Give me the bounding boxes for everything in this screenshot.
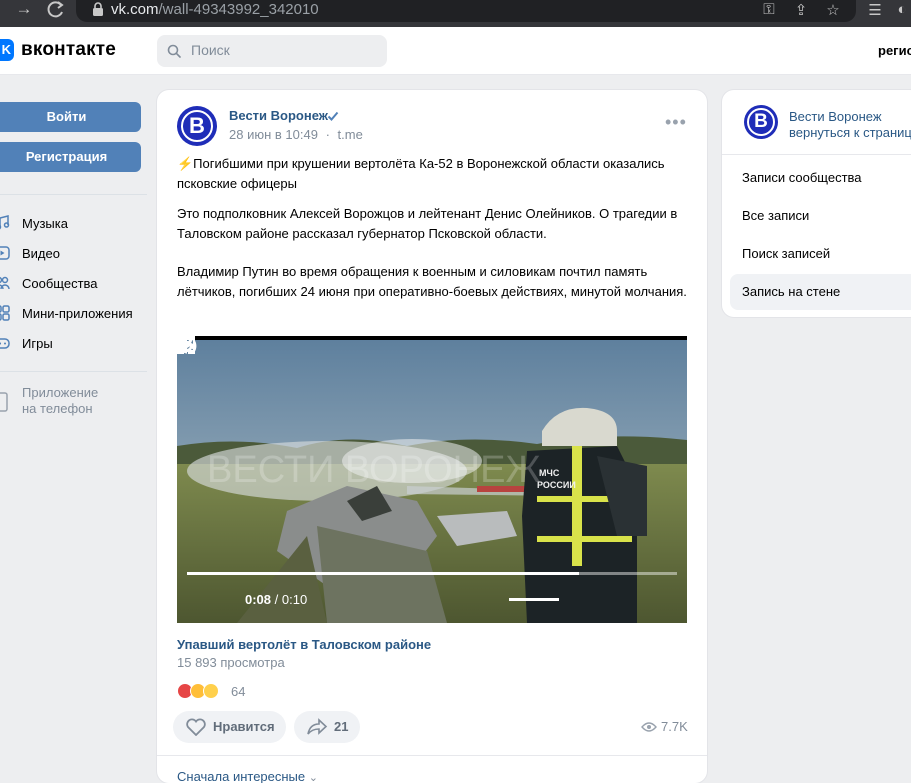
- post-date[interactable]: 28 июн в 10:49: [229, 127, 318, 142]
- volume-slider[interactable]: [509, 598, 559, 601]
- panel-divider: [722, 154, 911, 155]
- key-icon[interactable]: ⚿: [760, 1, 778, 18]
- watermark: ВЕСТИ ВОРОНЕЖ: [207, 449, 541, 491]
- post-paragraph: ⚡Погибшими при крушении вертолёта Ка-52 …: [177, 156, 665, 191]
- back-to-page-link[interactable]: вернуться к странице: [789, 125, 911, 140]
- post-source[interactable]: t.me: [338, 127, 363, 142]
- search-input[interactable]: [191, 42, 371, 58]
- sidebar-item-communities[interactable]: Сообщества: [0, 272, 147, 296]
- group-avatar[interactable]: В: [744, 105, 778, 139]
- fullscreen-icon[interactable]: [177, 336, 195, 354]
- video-player[interactable]: МЧС РОССИИ ВЕСТИ ВОРОНЕЖ 0:08 / 0:10: [177, 336, 687, 623]
- app-line-2: на телефон: [22, 401, 93, 416]
- vk-header: K вконтакте регис: [0, 27, 911, 75]
- sidebar-item-label: Музыка: [22, 216, 68, 231]
- communities-icon: [0, 276, 10, 290]
- menu-item-search-posts[interactable]: Поиск записей: [730, 236, 911, 272]
- sort-label: Сначала интересные: [177, 769, 306, 783]
- group-name[interactable]: Вести Воронеж: [789, 109, 882, 124]
- menu-item-community-posts[interactable]: Записи сообщества: [730, 160, 911, 196]
- login-button[interactable]: Войти: [0, 102, 141, 132]
- video-icon: [0, 246, 10, 260]
- sidebar-item-mini-apps[interactable]: Мини-приложения: [0, 302, 147, 326]
- post-paragraph: Владимир Путин во время обращения к воен…: [177, 264, 687, 299]
- menu-item-label: Поиск записей: [742, 246, 831, 261]
- profile-icon[interactable]: ◐: [893, 1, 911, 18]
- menu-item-all-posts[interactable]: Все записи: [730, 198, 911, 234]
- sidebar-item-video[interactable]: Видео: [0, 242, 147, 266]
- svg-text:ВЕСТИ ВОРОНЕЖ: ВЕСТИ ВОРОНЕЖ: [207, 449, 541, 491]
- heart-icon: [186, 718, 206, 736]
- video-views: 15 893 просмотра: [177, 655, 285, 670]
- card-divider: [157, 755, 707, 756]
- more-options-icon[interactable]: •••: [665, 113, 687, 131]
- menu-item-wall-post[interactable]: Запись на стене: [730, 274, 911, 310]
- reading-list-icon[interactable]: ☰: [866, 1, 884, 19]
- post-meta: 28 июн в 10:49 · t.me: [229, 127, 363, 142]
- sidebar-divider: [0, 194, 147, 195]
- avatar-letter-icon: В: [181, 110, 213, 142]
- post-card: В Вести Воронеж 28 июн в 10:49 · t.me ••…: [157, 90, 707, 783]
- bookmark-star-icon[interactable]: ☆: [824, 1, 842, 19]
- search-box[interactable]: [157, 35, 387, 67]
- video-title[interactable]: Упавший вертолёт в Таловском районе: [177, 637, 431, 652]
- eye-icon: [641, 722, 657, 732]
- video-time: 0:08 / 0:10: [245, 592, 307, 607]
- browser-toolbar: → vk.com/wall-49343992_342010 ⚿ ⇪ ☆ ☰ ◐: [0, 0, 911, 27]
- total-time: / 0:10: [274, 592, 308, 607]
- share-count: 21: [334, 719, 349, 734]
- right-panel: В Вести Воронеж вернуться к странице Зап…: [722, 90, 911, 317]
- reactions-count: 64: [231, 684, 246, 699]
- avatar[interactable]: В: [177, 106, 217, 146]
- sidebar-item-label: Видео: [22, 246, 60, 261]
- lock-icon[interactable]: [92, 2, 104, 16]
- share-icon[interactable]: ⇪: [792, 1, 810, 19]
- sidebar-item-label: Игры: [22, 336, 53, 351]
- phone-icon: [0, 392, 8, 412]
- sidebar-item-games[interactable]: Игры: [0, 332, 147, 356]
- menu-item-label: Запись на стене: [742, 284, 841, 299]
- chevron-down-icon: ⌄: [308, 772, 318, 783]
- music-icon: [0, 215, 10, 230]
- register-button[interactable]: Регистрация: [0, 142, 141, 172]
- sidebar-divider: [0, 371, 147, 372]
- sidebar-item-music[interactable]: Музыка: [0, 212, 147, 236]
- current-time: 0:08: [245, 592, 272, 607]
- comments-sort[interactable]: Сначала интересные ⌄: [177, 769, 318, 783]
- register-link[interactable]: регис: [878, 43, 911, 58]
- url-text[interactable]: vk.com/wall-49343992_342010: [111, 1, 319, 18]
- vk-logo-icon[interactable]: K: [0, 39, 14, 61]
- search-icon: [167, 44, 181, 58]
- games-icon: [0, 338, 10, 349]
- sidebar-item-label: Сообщества: [22, 276, 98, 291]
- verified-icon: [327, 111, 339, 121]
- avatar-letter-icon: В: [747, 108, 775, 136]
- post-paragraph: Это подполковник Алексей Ворожцов и лейт…: [177, 206, 678, 241]
- mini-apps-icon: [0, 305, 10, 321]
- app-line-1: Приложение: [22, 385, 99, 400]
- like-button[interactable]: Нравится: [173, 711, 286, 743]
- post-author[interactable]: Вести Воронеж: [229, 108, 328, 123]
- share-arrow-icon: [307, 718, 328, 735]
- vk-logo-text[interactable]: вконтакте: [21, 39, 116, 61]
- forward-icon[interactable]: →: [14, 0, 34, 20]
- post-text: ⚡Погибшими при крушении вертолёта Ка-52 …: [177, 154, 687, 320]
- reload-icon[interactable]: [46, 0, 66, 20]
- like-label: Нравится: [213, 719, 275, 734]
- video-progress-bar[interactable]: [187, 572, 677, 575]
- share-button[interactable]: 21: [294, 711, 360, 743]
- video-progress-fill: [187, 572, 579, 575]
- laugh-reaction-icon: [203, 683, 219, 699]
- views-count: 7.7K: [661, 719, 688, 734]
- reactions[interactable]: [177, 683, 237, 699]
- sidebar-app-link[interactable]: Приложение на телефон: [22, 385, 98, 417]
- menu-item-label: Записи сообщества: [742, 170, 862, 185]
- sidebar-item-label: Мини-приложения: [22, 306, 133, 321]
- menu-item-label: Все записи: [742, 208, 810, 223]
